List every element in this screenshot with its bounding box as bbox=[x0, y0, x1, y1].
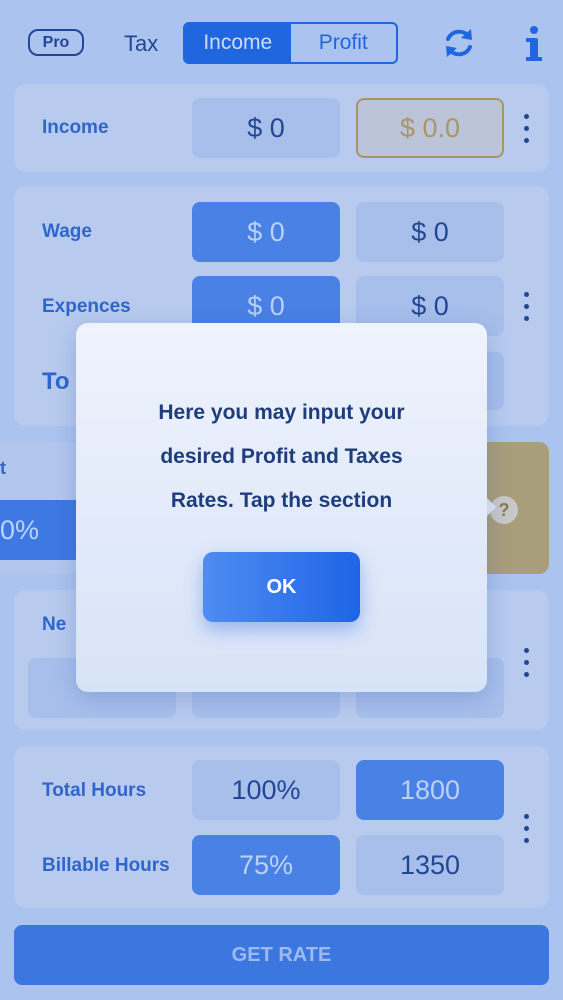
dialog-message-line: Here you may input your bbox=[158, 401, 405, 424]
dialog-pointer bbox=[486, 497, 496, 517]
ok-button[interactable]: OK bbox=[203, 552, 360, 622]
dialog-message: Here you may input your desired Profit a… bbox=[96, 391, 467, 523]
tutorial-dialog: Here you may input your desired Profit a… bbox=[76, 323, 487, 692]
dialog-message-line: desired Profit and Taxes bbox=[160, 445, 403, 468]
dialog-message-line: Rates. Tap the section bbox=[170, 489, 393, 512]
